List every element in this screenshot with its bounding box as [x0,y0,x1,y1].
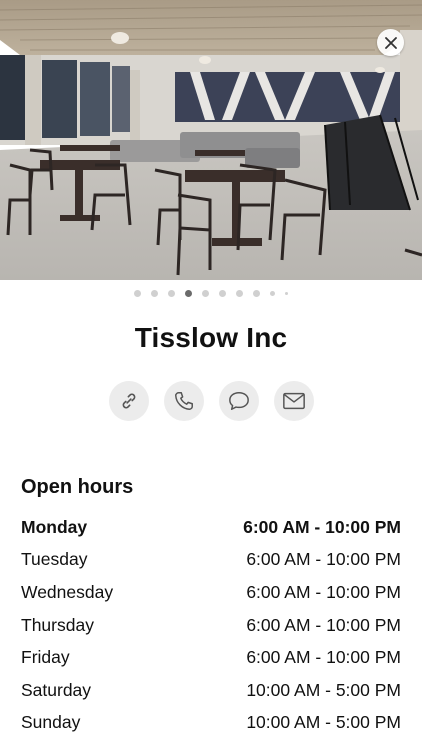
pager-dot[interactable] [236,289,243,297]
pager-dot[interactable] [219,289,226,297]
hours-title: Open hours [21,476,134,498]
mail-icon [282,392,305,410]
time-label: 6:00 AM - 10:00 PM [246,647,401,668]
pager-dot[interactable] [253,289,260,297]
time-label: 10:00 AM - 5:00 PM [246,712,401,733]
time-label: 6:00 AM - 10:00 PM [246,549,401,570]
hours-row-wednesday: Wednesday 6:00 AM - 10:00 PM [21,576,401,609]
day-label: Wednesday [21,581,114,602]
time-label: 6:00 AM - 10:00 PM [246,581,401,602]
day-label: Monday [21,516,88,537]
pager-dot[interactable] [134,289,141,297]
photo-pager[interactable] [0,288,422,298]
pager-dot[interactable] [270,290,275,296]
hero-photo[interactable] [0,0,422,280]
hours-row-friday: Friday 6:00 AM - 10:00 PM [21,641,401,674]
message-icon [228,392,249,410]
patio-photo [0,0,422,280]
day-label: Saturday [21,679,92,700]
message-button[interactable] [218,381,259,421]
business-name: Tisslow Inc [134,322,288,353]
pager-dot[interactable] [202,289,209,297]
time-label: 6:00 AM - 10:00 PM [243,516,401,537]
email-button[interactable] [273,381,314,421]
day-label: Sunday [21,712,81,733]
hours-row-thursday: Thursday 6:00 AM - 10:00 PM [21,609,401,642]
time-label: 6:00 AM - 10:00 PM [246,614,401,635]
day-label: Friday [21,647,70,668]
contact-actions [0,381,422,421]
link-icon [122,393,135,409]
pager-dot-active[interactable] [185,289,192,297]
pager-dot[interactable] [285,291,288,295]
time-label: 10:00 AM - 5:00 PM [246,679,401,700]
hours-row-sunday: Sunday 10:00 AM - 5:00 PM [21,707,401,740]
close-button[interactable] [377,29,404,56]
hours-row-monday: Monday 6:00 AM - 10:00 PM [21,511,401,544]
pager-dot[interactable] [168,289,175,297]
day-label: Thursday [21,614,94,635]
call-button[interactable] [163,381,204,421]
hours-list: Monday 6:00 AM - 10:00 PM Tuesday 6:00 A… [21,511,401,739]
link-button[interactable] [108,381,149,421]
close-icon [384,36,397,49]
day-label: Tuesday [21,549,88,570]
phone-icon [174,392,193,410]
hours-row-tuesday: Tuesday 6:00 AM - 10:00 PM [21,544,401,577]
pager-dot[interactable] [151,289,158,297]
hours-row-saturday: Saturday 10:00 AM - 5:00 PM [21,674,401,707]
